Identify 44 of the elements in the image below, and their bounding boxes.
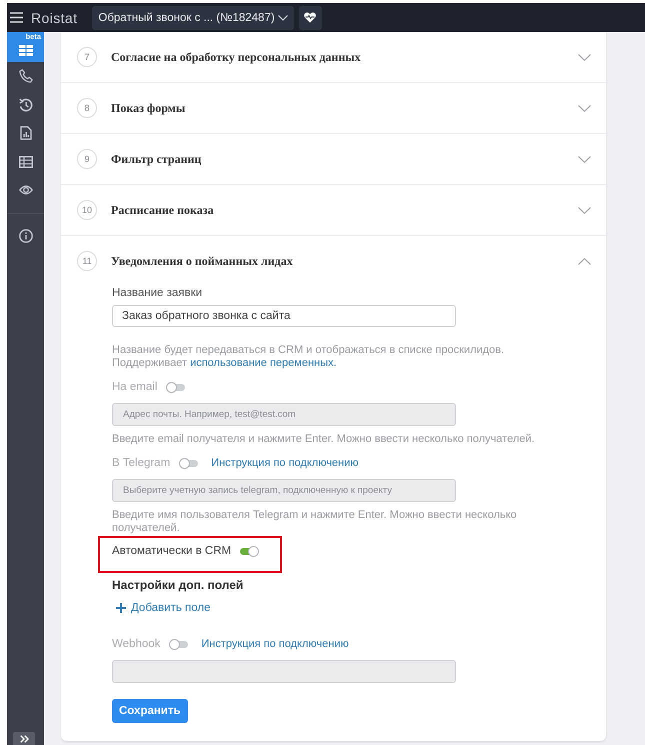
step-number: 9 bbox=[77, 149, 97, 169]
plus-icon bbox=[116, 603, 126, 613]
heart-icon bbox=[304, 12, 316, 23]
chevron-down-icon[interactable] bbox=[578, 156, 591, 162]
toggle-label: Автоматически в CRM bbox=[112, 545, 232, 557]
document-icon bbox=[20, 126, 32, 140]
section-title[interactable]: Согласие на обработку персональных данных bbox=[111, 50, 361, 64]
menu-icon[interactable] bbox=[10, 12, 23, 23]
help-text: Введите имя пользователя Telegram и нажмите Enter. Можно ввести несколько получателей. bbox=[112, 509, 518, 535]
info-icon bbox=[18, 228, 32, 243]
logo: Roistat bbox=[31, 10, 78, 26]
toggle-label: В Telegram bbox=[112, 457, 170, 469]
chevron-down-icon[interactable] bbox=[578, 104, 591, 112]
add-field-link[interactable]: Добавить поле bbox=[112, 600, 210, 616]
chevron-up-icon[interactable] bbox=[578, 258, 591, 264]
section-heading: Настройки доп. полей bbox=[112, 577, 244, 593]
variables-link[interactable]: использование переменных. bbox=[190, 357, 337, 369]
toggle-label: Webhook bbox=[112, 638, 160, 650]
section-title[interactable]: Уведомления о пойманных лидах bbox=[111, 254, 293, 268]
step-number: 7 bbox=[77, 47, 97, 67]
history-icon bbox=[18, 98, 32, 112]
help-text: Название будет передаваться в CRM и отображаться в списке проскилидов. Поддерживает использование переменных. bbox=[112, 344, 506, 370]
toggle-label: На email bbox=[112, 381, 158, 393]
grid-icon bbox=[18, 44, 32, 56]
project-dropdown[interactable]: Обратный звонок с ... (№182487) bbox=[92, 6, 294, 30]
favorite-button[interactable] bbox=[298, 6, 322, 30]
expand-button[interactable] bbox=[13, 732, 35, 745]
eye-icon bbox=[18, 185, 32, 196]
toggle-switch[interactable] bbox=[240, 546, 260, 556]
chevron-down-icon[interactable] bbox=[578, 54, 591, 60]
step-number: 11 bbox=[77, 251, 97, 271]
double-chevron-icon bbox=[20, 735, 28, 743]
section-title[interactable]: Показ формы bbox=[111, 100, 186, 116]
help-text: Введите email получателя и нажмите Enter. Можно ввести несколько получателей. bbox=[112, 433, 535, 446]
phone-icon bbox=[18, 69, 32, 84]
section-title[interactable]: Расписание показа bbox=[111, 202, 214, 218]
field-label: Название заявки bbox=[112, 286, 202, 300]
table-icon bbox=[18, 156, 32, 168]
chevron-down-icon[interactable] bbox=[578, 206, 591, 214]
input-field[interactable]: Заказ обратного звонка с сайта bbox=[112, 305, 456, 327]
step-number: 10 bbox=[77, 200, 97, 220]
caret-icon bbox=[278, 14, 288, 20]
step-number: 8 bbox=[77, 98, 97, 118]
section-title[interactable]: Фильтр страниц bbox=[111, 152, 202, 166]
